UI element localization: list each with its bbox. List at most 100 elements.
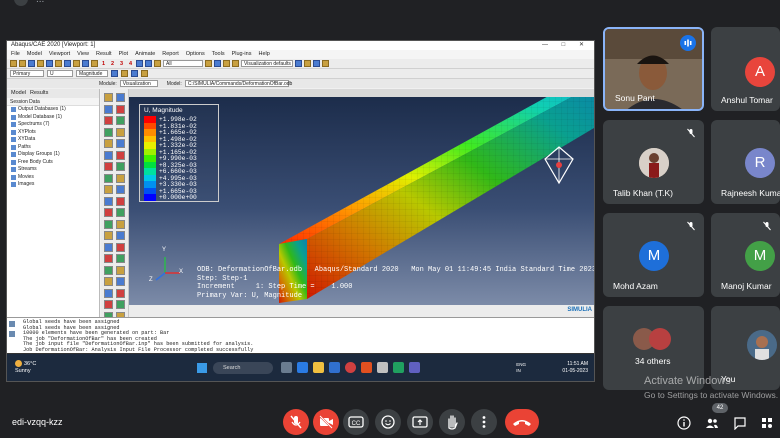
toolbox-tool-icon[interactable] (116, 208, 125, 217)
module-select[interactable]: Visualization (119, 80, 158, 87)
menu-item-viewport[interactable]: Viewport (49, 50, 70, 59)
file-explorer-icon[interactable] (313, 362, 324, 373)
chrome-icon[interactable] (345, 362, 356, 373)
toolbox-tool-icon[interactable] (116, 254, 125, 263)
toolbox-tool-icon[interactable] (116, 116, 125, 125)
menu-item-help[interactable]: Help (258, 50, 269, 59)
toolbox-tool-icon[interactable] (104, 300, 113, 309)
toolbox-tool-icon[interactable] (104, 104, 113, 114)
toolbox-tool-icon[interactable] (104, 162, 113, 171)
raise-hand-button[interactable] (439, 409, 465, 435)
toolbox-tool-icon[interactable] (104, 116, 113, 125)
print-icon[interactable] (28, 60, 35, 67)
primary-select[interactable]: Primary (10, 70, 44, 77)
activities-icon[interactable] (760, 416, 774, 430)
toolbox-tool-icon[interactable] (116, 219, 125, 229)
meeting-info-icon[interactable] (677, 416, 691, 430)
app-icon-1[interactable] (361, 362, 372, 373)
toolbox-tool-icon[interactable] (116, 300, 125, 309)
contour-icon[interactable] (121, 70, 128, 77)
menu-item-plug-ins[interactable]: Plug-ins (232, 50, 252, 59)
toolbox-tool-icon[interactable] (116, 93, 125, 102)
language-indicator[interactable]: ENG IN (516, 362, 526, 373)
toolbox-tool-icon[interactable] (104, 242, 113, 252)
iso-view-icon[interactable] (313, 60, 320, 67)
toolbar-number-3[interactable]: 3 (118, 61, 125, 67)
participant-tile-anshul-tomar[interactable]: A Anshul Tomar (711, 27, 780, 111)
toolbar-number-4[interactable]: 4 (127, 61, 134, 67)
participant-tile-talib-khan[interactable]: Talib Khan (T.K) (603, 120, 704, 204)
toolbox-tool-icon[interactable] (116, 242, 125, 252)
toolbox-tool-icon[interactable] (116, 150, 125, 160)
toolbox-tool-icon[interactable] (116, 196, 125, 206)
menu-item-animate[interactable]: Animate (135, 50, 155, 59)
app-icon-3[interactable] (409, 362, 420, 373)
view-compass-icon[interactable] (542, 145, 576, 185)
tree-item[interactable]: XYPlots (7, 129, 99, 137)
participant-tile-rajneesh-kumar[interactable]: R Rajneesh Kumar (711, 120, 780, 204)
menu-item-options[interactable]: Options (186, 50, 205, 59)
more-options-button[interactable] (471, 409, 497, 435)
toolbox-tool-icon[interactable] (104, 196, 113, 206)
first-frame-icon[interactable] (136, 60, 143, 67)
windows-start-icon[interactable] (197, 363, 207, 373)
viewport[interactable]: U, Magnitude +1.998e-02 +1.831e-02 +1.665e… (129, 89, 594, 305)
task-view-icon[interactable] (281, 362, 292, 373)
display-icon[interactable] (205, 60, 212, 67)
toolbox-tool-icon[interactable] (104, 93, 113, 102)
app-icon-2[interactable] (393, 362, 404, 373)
clock[interactable]: 11:51 AM 01-05-2023 (562, 361, 588, 374)
edge-icon[interactable] (297, 362, 308, 373)
toolbox-tool-icon[interactable] (116, 173, 125, 183)
zoom-icon[interactable] (64, 60, 71, 67)
tree-item[interactable]: Streams (7, 166, 99, 174)
participant-tile-sonu-pant[interactable]: Sonu Pant (603, 27, 704, 111)
camera-toggle-button[interactable] (313, 409, 339, 435)
participant-tile-manoj-kumar[interactable]: M Manoj Kumar (711, 213, 780, 297)
shade-icon[interactable] (232, 60, 239, 67)
tree-item[interactable]: Output Databases (1) (7, 106, 99, 114)
toolbox-tool-icon[interactable] (116, 139, 125, 148)
toolbox-tool-icon[interactable] (116, 265, 125, 275)
toolbox-tool-icon[interactable] (104, 208, 113, 217)
toolbox-tool-icon[interactable] (104, 277, 113, 286)
python-icon[interactable] (9, 331, 15, 337)
taskbar-search[interactable]: Search (213, 362, 273, 374)
symbol-icon[interactable] (131, 70, 138, 77)
toolbox-tool-icon[interactable] (116, 104, 125, 114)
invariant-select[interactable]: Magnitude (76, 70, 108, 77)
participant-tile-mohd-azam[interactable]: M Mohd Azam (603, 213, 704, 297)
toolbar-number-2[interactable]: 2 (109, 61, 116, 67)
menu-item-view[interactable]: View (77, 50, 89, 59)
tree-item[interactable]: Spectrums (7) (7, 121, 99, 129)
render-icon[interactable] (214, 60, 221, 67)
toolbox-tool-icon[interactable] (104, 231, 113, 240)
people-icon[interactable] (705, 416, 719, 430)
query-icon[interactable] (154, 60, 161, 67)
toolbox-tool-icon[interactable] (104, 127, 113, 137)
toolbox-tool-icon[interactable] (104, 265, 113, 275)
all-select[interactable]: All (163, 60, 203, 67)
visualization-defaults-select[interactable]: Visualization defaults (241, 60, 293, 67)
toolbox-tool-icon[interactable] (116, 231, 125, 240)
leave-call-button[interactable] (505, 409, 539, 435)
menu-item-plot[interactable]: Plot (119, 50, 128, 59)
toolbox-tool-icon[interactable] (104, 173, 113, 183)
weather-widget[interactable]: 36°C Sunny (15, 360, 36, 375)
color-icon[interactable] (295, 60, 302, 67)
tree-item[interactable]: Paths (7, 144, 99, 152)
toolbox-tool-icon[interactable] (116, 277, 125, 286)
field-output-icon[interactable] (111, 70, 118, 77)
menu-item-file[interactable]: File (11, 50, 20, 59)
toolbox-tool-icon[interactable] (104, 219, 113, 229)
menu-item-model[interactable]: Model (27, 50, 42, 59)
front-view-icon[interactable] (322, 60, 329, 67)
pan-icon[interactable] (55, 60, 62, 67)
tool-icon[interactable] (37, 60, 44, 67)
toolbox-tool-icon[interactable] (104, 150, 113, 160)
fit-icon[interactable] (73, 60, 80, 67)
toolbox-tool-icon[interactable] (104, 185, 113, 194)
mic-toggle-button[interactable] (283, 409, 309, 435)
tree-item[interactable]: XYData (7, 136, 99, 144)
toolbox-tool-icon[interactable] (104, 254, 113, 263)
